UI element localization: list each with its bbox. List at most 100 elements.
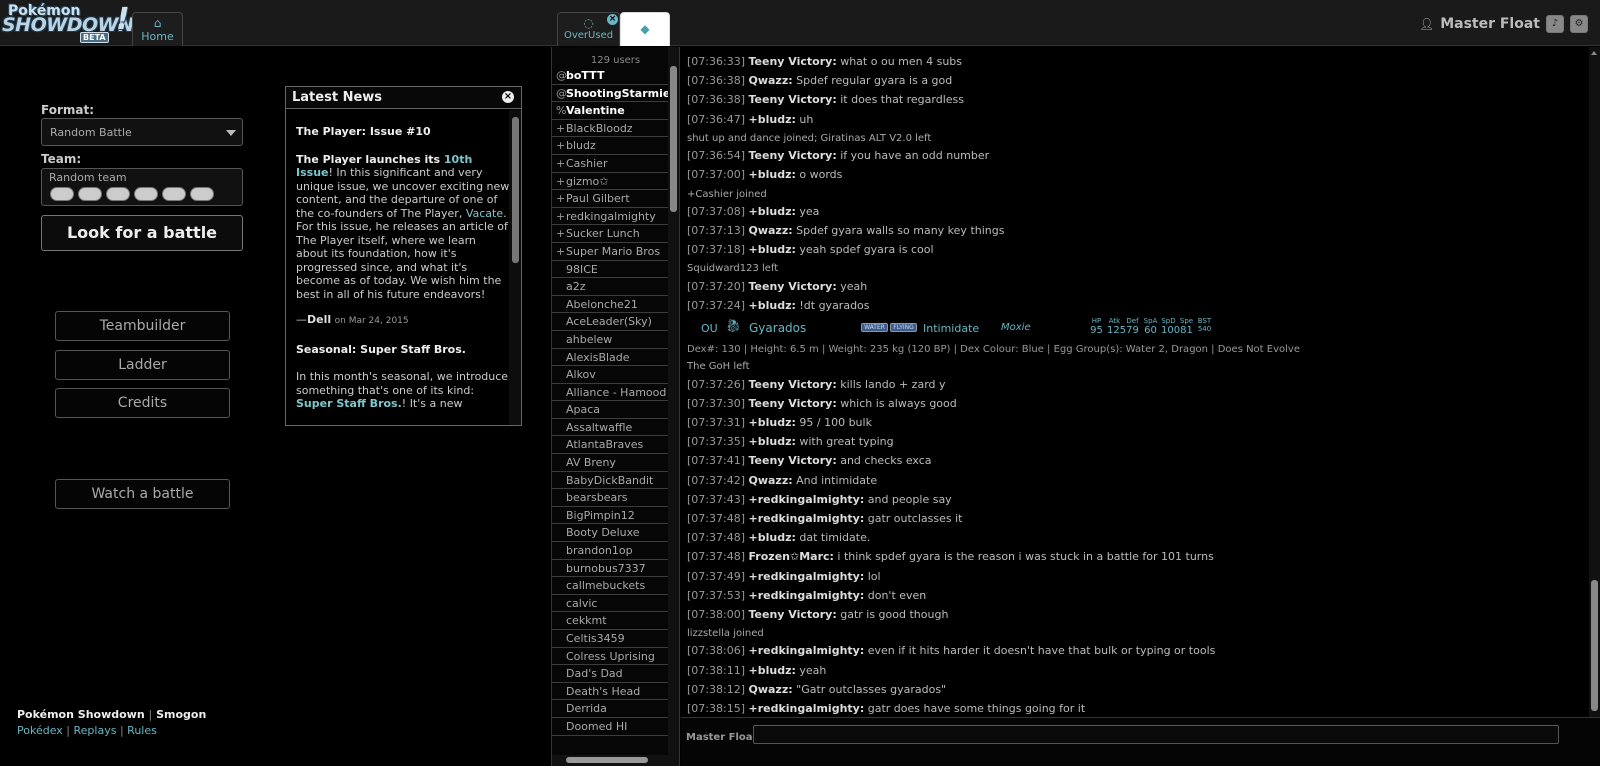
scrollbar-thumb[interactable] bbox=[670, 66, 677, 212]
chat-username[interactable]: Teeny Victory: bbox=[749, 149, 837, 162]
chat-username[interactable]: +bludz: bbox=[749, 205, 796, 218]
user-list-item[interactable]: Colress Uprising bbox=[552, 648, 669, 666]
user-list-item[interactable]: AtlantaBraves bbox=[552, 436, 669, 455]
vacate-link[interactable]: Vacate bbox=[466, 207, 503, 220]
user-list-item[interactable]: +Super Mario Bros bbox=[552, 243, 669, 261]
tab-active-room[interactable]: ◆ bbox=[620, 12, 670, 46]
watch-battle-button[interactable]: Watch a battle bbox=[55, 479, 230, 509]
chat-username[interactable]: Frozen✩Marc: bbox=[749, 550, 834, 563]
user-list-item[interactable]: bearsbears bbox=[552, 489, 669, 507]
user-list-item[interactable]: AceLeader(Sky) bbox=[552, 313, 669, 331]
team-select[interactable]: Random team bbox=[41, 168, 243, 206]
user-list-item[interactable]: ahbelew bbox=[552, 331, 669, 349]
chat-username[interactable]: +redkingalmighty: bbox=[749, 493, 865, 506]
chat-username[interactable]: +bludz: bbox=[749, 531, 796, 544]
user-list-item[interactable]: Abelonche21 bbox=[552, 296, 669, 314]
credits-button[interactable]: Credits bbox=[55, 388, 230, 418]
chat-username[interactable]: +bludz: bbox=[749, 299, 796, 312]
user-list-item[interactable]: BabyDickBandit bbox=[552, 472, 669, 490]
user-list-item[interactable]: +Sucker Lunch bbox=[552, 225, 669, 243]
user-list-item[interactable]: AV Breny bbox=[552, 454, 669, 472]
super-staff-bros-link[interactable]: Super Staff Bros. bbox=[296, 397, 402, 410]
ladder-button[interactable]: Ladder bbox=[55, 350, 230, 380]
user-list-item[interactable]: Assaltwaffle bbox=[552, 419, 669, 437]
rules-link[interactable]: Rules bbox=[127, 724, 157, 737]
teambuilder-button[interactable]: Teambuilder bbox=[55, 311, 230, 341]
tab-home[interactable]: ⌂ Home bbox=[132, 12, 183, 46]
chat-username[interactable]: +bludz: bbox=[749, 113, 796, 126]
chat-username[interactable]: Teeny Victory: bbox=[749, 280, 837, 293]
user-list-item[interactable]: +gizmo✩ bbox=[552, 173, 669, 191]
user-list-item[interactable]: Apaca bbox=[552, 401, 669, 419]
chat-username[interactable]: +redkingalmighty: bbox=[749, 644, 865, 657]
chat-username[interactable]: +redkingalmighty: bbox=[749, 589, 865, 602]
user-list-item[interactable]: brandon1op bbox=[552, 542, 669, 560]
user-list-item[interactable]: cekkmt bbox=[552, 612, 669, 630]
user-list-item[interactable]: Alliance - Hamood bbox=[552, 384, 669, 402]
chat-input[interactable] bbox=[753, 725, 1559, 744]
chat-username[interactable]: Teeny Victory: bbox=[749, 454, 837, 467]
news-scrollbar-thumb[interactable] bbox=[512, 117, 519, 263]
chat-username[interactable]: +redkingalmighty: bbox=[749, 702, 865, 715]
user-list-item[interactable]: Celtis3459 bbox=[552, 630, 669, 648]
tab-overused[interactable]: ◌ OverUsed × bbox=[557, 12, 620, 46]
chat-username[interactable]: Teeny Victory: bbox=[749, 378, 837, 391]
scroll-up-icon[interactable] bbox=[1591, 51, 1597, 55]
chat-username[interactable]: +redkingalmighty: bbox=[749, 512, 865, 525]
chat-username[interactable]: +redkingalmighty: bbox=[749, 570, 865, 583]
user-list-item[interactable]: Derrida bbox=[552, 700, 669, 718]
chat-username[interactable]: Qwazz: bbox=[749, 74, 793, 87]
author-link[interactable]: Dell bbox=[307, 313, 331, 326]
chat-username[interactable]: +bludz: bbox=[749, 435, 796, 448]
user-list-item[interactable]: a2z bbox=[552, 278, 669, 296]
look-for-battle-button[interactable]: Look for a battle bbox=[41, 215, 243, 251]
chat-username[interactable]: +bludz: bbox=[749, 168, 796, 181]
chat-scrollbar[interactable] bbox=[1589, 47, 1600, 717]
chat-username[interactable]: +bludz: bbox=[749, 243, 796, 256]
user-list-item[interactable]: Booty Deluxe bbox=[552, 524, 669, 543]
chat-username[interactable]: +bludz: bbox=[749, 664, 796, 677]
options-gear-icon[interactable]: ⚙ bbox=[1570, 15, 1588, 33]
close-icon[interactable]: × bbox=[502, 91, 514, 103]
pokemon-name[interactable]: Gyarados bbox=[749, 321, 806, 335]
chat-username[interactable]: Qwazz: bbox=[749, 474, 793, 487]
user-list-scrollbar[interactable] bbox=[668, 47, 679, 766]
smogon-link[interactable]: Smogon bbox=[156, 708, 206, 721]
user-list-item[interactable]: Dad's Dad bbox=[552, 665, 669, 683]
user-list-item[interactable]: 98ICE bbox=[552, 261, 669, 279]
chat-username[interactable]: +bludz: bbox=[749, 416, 796, 429]
user-list-item[interactable]: callmebuckets bbox=[552, 577, 669, 595]
format-select[interactable]: Random Battle bbox=[41, 118, 243, 146]
close-tab-icon[interactable]: × bbox=[607, 14, 618, 25]
user-list-item[interactable]: +Cashier bbox=[552, 155, 669, 173]
user-list-item[interactable]: AlexisBlade bbox=[552, 349, 669, 367]
pokedex-link[interactable]: Pokédex bbox=[17, 724, 63, 737]
user-list-item[interactable]: BigPimpin12 bbox=[552, 507, 669, 525]
user-list-item[interactable]: @boTTT bbox=[552, 67, 669, 85]
user-list-hscrollbar[interactable] bbox=[552, 755, 669, 766]
user-list-item[interactable]: +BlackBloodz bbox=[552, 120, 669, 138]
user-list-item[interactable]: @ShootingStarmie bbox=[552, 85, 669, 103]
sound-button[interactable]: ♪ bbox=[1546, 15, 1564, 33]
user-list-item[interactable]: +bludz bbox=[552, 137, 669, 155]
user-list-item[interactable]: +redkingalmighty bbox=[552, 208, 669, 226]
user-list-item[interactable]: Death's Head bbox=[552, 683, 669, 701]
chat-username[interactable]: Teeny Victory: bbox=[749, 608, 837, 621]
chat-username[interactable]: Teeny Victory: bbox=[749, 93, 837, 106]
chat-username[interactable]: Qwazz: bbox=[749, 683, 793, 696]
chat-username[interactable]: Teeny Victory: bbox=[749, 397, 837, 410]
replays-link[interactable]: Replays bbox=[74, 724, 117, 737]
user-list-item[interactable]: +Paul Gilbert bbox=[552, 190, 669, 208]
user-list-item[interactable]: Alkov bbox=[552, 366, 669, 384]
chat-username[interactable]: Qwazz: bbox=[749, 224, 793, 237]
scrollbar-thumb[interactable] bbox=[1591, 580, 1598, 711]
user-list-item[interactable]: Doomed HI bbox=[552, 718, 669, 736]
user-list-item[interactable]: burnobus7337 bbox=[552, 560, 669, 578]
username[interactable]: Master Float bbox=[1440, 16, 1540, 32]
site-link[interactable]: Pokémon Showdown bbox=[17, 708, 145, 721]
pokemon-showdown-logo[interactable]: Pokémon SHOWDOWN BETA ! bbox=[2, 2, 134, 43]
scrollbar-thumb[interactable] bbox=[566, 757, 648, 763]
chat-username[interactable]: Teeny Victory: bbox=[749, 55, 837, 68]
user-list-item[interactable]: calvic bbox=[552, 595, 669, 613]
user-list-item[interactable]: %Valentine bbox=[552, 102, 669, 120]
